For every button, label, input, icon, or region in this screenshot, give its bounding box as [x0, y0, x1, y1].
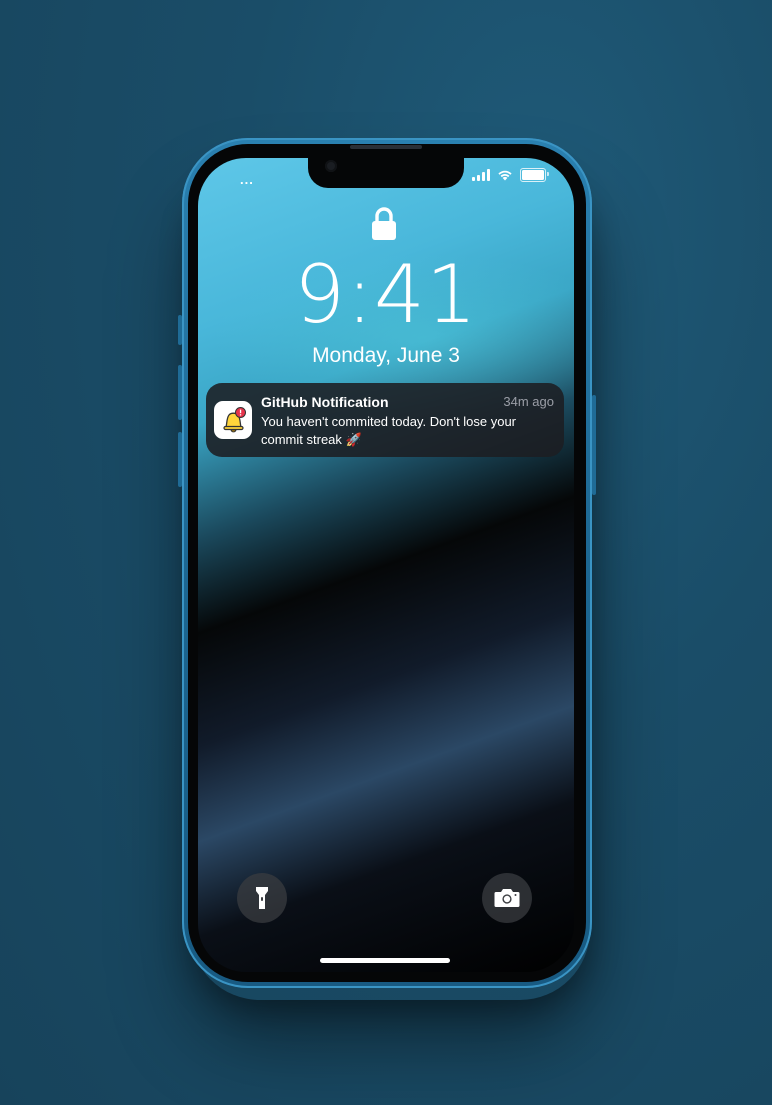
camera-button[interactable] [482, 873, 532, 923]
lock-icon [372, 207, 396, 240]
battery-icon [520, 168, 549, 182]
wifi-icon [498, 170, 512, 181]
flashlight-button[interactable] [237, 873, 287, 923]
speaker-grille [350, 145, 422, 149]
silent-switch [178, 315, 182, 345]
status-icons [472, 168, 549, 182]
front-camera [325, 160, 337, 172]
lock-screen-time: 9:41 [294, 248, 478, 341]
volume-down-button [178, 432, 182, 487]
camera-icon [494, 889, 520, 907]
volume-up-button [178, 365, 182, 420]
power-button [592, 395, 596, 495]
bell-alert-icon [223, 407, 246, 433]
status-left-text: ... [240, 172, 254, 187]
notification-card[interactable]: GitHub Notification 34m ago You haven't … [206, 383, 564, 457]
notification-timestamp: 34m ago [503, 394, 554, 409]
flashlight-icon [256, 887, 268, 909]
notification-app-icon [214, 401, 252, 439]
notification-title: GitHub Notification [261, 394, 389, 410]
cellular-signal-icon [472, 169, 490, 181]
notification-body: You haven't commited today. Don't lose y… [261, 414, 516, 447]
lock-screen-date: Monday, June 3 [312, 344, 460, 367]
home-indicator[interactable] [320, 958, 450, 963]
